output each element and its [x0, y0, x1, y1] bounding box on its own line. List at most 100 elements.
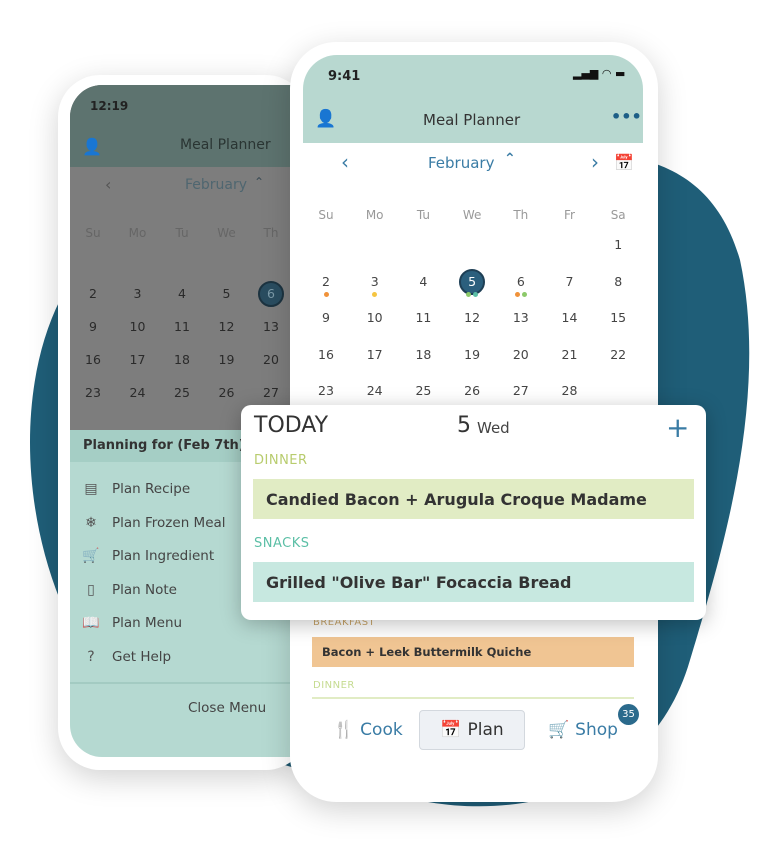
calendar-day[interactable]: 3: [360, 274, 390, 289]
snacks-meal[interactable]: Grilled "Olive Bar" Focaccia Bread: [253, 562, 694, 602]
add-button[interactable]: +: [666, 411, 689, 444]
breakfast-meal[interactable]: Bacon + Leek Buttermilk Quiche: [312, 637, 634, 667]
calendar-day[interactable]: 24: [123, 385, 153, 400]
calendar-day[interactable]: 3: [123, 286, 153, 301]
calendar-day[interactable]: 10: [123, 319, 153, 334]
calendar-day[interactable]: 26: [457, 383, 487, 398]
app-title: Meal Planner: [423, 111, 521, 129]
calendar-day[interactable]: 20: [506, 347, 536, 362]
cart-icon: 🛒: [548, 720, 570, 740]
calendar-day[interactable]: 8: [603, 274, 633, 289]
calendar-day[interactable]: 9: [78, 319, 108, 334]
month-label[interactable]: February: [185, 177, 247, 193]
calendar-day[interactable]: 16: [311, 347, 341, 362]
meal-dots: [506, 291, 536, 297]
calendar-day[interactable]: 6: [256, 281, 286, 307]
weekday-label: Fr: [564, 208, 575, 222]
weekday-label: Tu: [416, 208, 430, 222]
calendar-day[interactable]: 11: [408, 310, 438, 325]
day-number: 5: [457, 413, 471, 438]
status-icons: ▂▄▆ ◠ ▬: [573, 67, 626, 80]
close-menu-button[interactable]: Close Menu: [188, 700, 266, 716]
menu-item[interactable]: ▤ Plan Recipe: [82, 481, 190, 497]
weekday-label: Su: [318, 208, 334, 222]
calendar-day[interactable]: 23: [311, 383, 341, 398]
menu-item[interactable]: ❄ Plan Frozen Meal: [82, 515, 225, 531]
weekday-label: Th: [263, 226, 279, 240]
book-icon: 📖: [82, 615, 100, 631]
menu-item[interactable]: 📖 Plan Menu: [82, 615, 182, 631]
calendar-day[interactable]: 27: [506, 383, 536, 398]
menu-item[interactable]: ▯ Plan Note: [82, 582, 177, 598]
shop-badge: 35: [618, 704, 639, 725]
next-month-icon[interactable]: ›: [591, 150, 599, 174]
calendar-day[interactable]: 16: [78, 352, 108, 367]
calendar-day[interactable]: 27: [256, 385, 286, 400]
calendar-day[interactable]: 4: [408, 274, 438, 289]
dinner-label: DINNER: [313, 680, 355, 691]
tab-plan[interactable]: 📅 Plan: [419, 710, 525, 750]
calendar-day[interactable]: 23: [78, 385, 108, 400]
calendar-day[interactable]: 24: [360, 383, 390, 398]
calendar-icon: 📅: [440, 720, 462, 740]
recipe-card-icon: ▤: [84, 481, 98, 497]
calendar-day[interactable]: 10: [360, 310, 390, 325]
menu-item[interactable]: 🛒 Plan Ingredient: [82, 548, 214, 564]
calendar-day[interactable]: 4: [167, 286, 197, 301]
utensils-icon: 🍴: [333, 720, 355, 740]
calendar-day[interactable]: 5: [212, 286, 242, 301]
calendar-day[interactable]: 7: [555, 274, 585, 289]
calendar-day[interactable]: 13: [256, 319, 286, 334]
meal-dot: [466, 291, 472, 297]
calendar-day[interactable]: 9: [311, 310, 341, 325]
calendar-day[interactable]: 13: [506, 310, 536, 325]
calendar-day[interactable]: 15: [603, 310, 633, 325]
calendar-day[interactable]: 12: [457, 310, 487, 325]
calendar-day[interactable]: 17: [123, 352, 153, 367]
calendar-check-icon[interactable]: 📅: [614, 153, 634, 172]
weekday-label: We: [462, 208, 482, 222]
tab-shop[interactable]: 🛒 Shop: [548, 720, 618, 740]
calendar-day[interactable]: 6: [506, 274, 536, 289]
chevron-up-icon[interactable]: ⌃: [254, 175, 264, 189]
dimmed-calendar: 12:19 👤 Meal Planner ‹ February ⌃ Su Mo Tu…: [70, 85, 308, 430]
calendar-day[interactable]: 18: [167, 352, 197, 367]
calendar-day[interactable]: 26: [212, 385, 242, 400]
tab-cook[interactable]: 🍴 Cook: [333, 720, 403, 740]
help-icon: ?: [87, 648, 95, 665]
calendar-day[interactable]: 21: [555, 347, 585, 362]
calendar-day[interactable]: 25: [167, 385, 197, 400]
menu-item-label: Plan Note: [112, 581, 177, 598]
month-label[interactable]: February: [428, 154, 494, 172]
app-title: Meal Planner: [180, 137, 271, 153]
calendar-day[interactable]: 2: [311, 274, 341, 289]
dinner-meal[interactable]: Candied Bacon + Arugula Croque Madame: [253, 479, 694, 519]
more-icon[interactable]: •••: [611, 107, 642, 126]
calendar-day[interactable]: 28: [555, 383, 585, 398]
calendar-day[interactable]: 12: [212, 319, 242, 334]
calendar-day[interactable]: 14: [555, 310, 585, 325]
weekday-label: Mo: [365, 208, 384, 222]
calendar-day[interactable]: 2: [78, 286, 108, 301]
selected-day[interactable]: 6: [258, 281, 284, 307]
weekday-label: Tu: [175, 226, 189, 240]
profile-icon[interactable]: 👤: [315, 109, 336, 129]
today-card: TODAY 5 Wed + DINNER Candied Bacon + Aru…: [241, 405, 706, 620]
calendar-day[interactable]: 25: [408, 383, 438, 398]
menu-item[interactable]: ? Get Help: [82, 649, 171, 665]
calendar-day[interactable]: 18: [408, 347, 438, 362]
meal-dot: [473, 291, 479, 297]
calendar-day[interactable]: 11: [167, 319, 197, 334]
chevron-up-icon[interactable]: ⌃: [504, 151, 516, 167]
status-time: 12:19: [90, 99, 129, 113]
calendar-day[interactable]: 19: [457, 347, 487, 362]
calendar-day[interactable]: 17: [360, 347, 390, 362]
profile-icon[interactable]: 👤: [82, 137, 102, 156]
prev-month-icon[interactable]: ‹: [341, 150, 349, 174]
calendar-day[interactable]: 1: [603, 237, 633, 252]
calendar-day[interactable]: 22: [603, 347, 633, 362]
calendar-day[interactable]: 20: [256, 352, 286, 367]
dinner-label: DINNER: [254, 453, 308, 468]
prev-month-icon[interactable]: ‹: [105, 175, 111, 194]
calendar-day[interactable]: 19: [212, 352, 242, 367]
